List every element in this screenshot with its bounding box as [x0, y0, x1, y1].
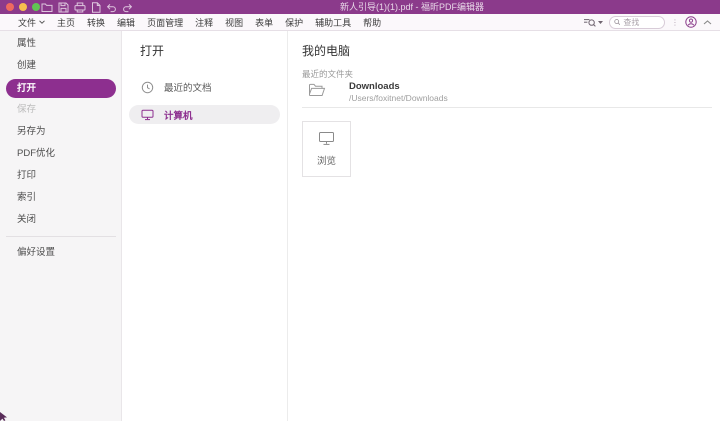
list-item-computer[interactable]: 计算机	[129, 105, 280, 124]
tab-protect[interactable]: 保护	[285, 16, 303, 29]
open-panel-title: 打开	[140, 42, 164, 59]
folder-name: Downloads	[349, 81, 400, 92]
tab-comment[interactable]: 注释	[195, 16, 213, 29]
recent-folder-row[interactable]: Downloads /Users/foxitnet/Downloads	[302, 80, 712, 106]
account-avatar[interactable]	[685, 16, 697, 28]
folder-icon	[308, 82, 326, 98]
sidebar-item-create[interactable]: 创建	[0, 55, 121, 77]
recent-folders-label: 最近的文件夹	[302, 68, 353, 80]
tab-accessibility[interactable]: 辅助工具	[315, 16, 351, 29]
more-options[interactable]: ⋮	[671, 17, 679, 28]
search-box[interactable]	[609, 16, 665, 29]
computer-panel: 我的电脑 最近的文件夹 Downloads /Users/foxitnet/Do…	[288, 31, 720, 421]
sidebar-item-index[interactable]: 索引	[0, 187, 121, 209]
search-input[interactable]	[623, 18, 660, 27]
tab-file-label: 文件	[18, 16, 36, 29]
clock-icon	[141, 81, 154, 94]
window-title: 新人引导(1)(1).pdf - 福昕PDF编辑器	[0, 0, 720, 14]
sidebar-item-close[interactable]: 关闭	[0, 209, 121, 231]
tab-edit[interactable]: 编辑	[117, 16, 135, 29]
chevron-down-icon	[598, 21, 603, 24]
tab-page-organize[interactable]: 页面管理	[147, 16, 183, 29]
browse-label: 浏览	[317, 153, 336, 167]
sidebar-divider	[6, 236, 116, 237]
find-replace-icon[interactable]	[583, 17, 603, 28]
monitor-icon	[318, 131, 335, 146]
browse-button[interactable]: 浏览	[302, 121, 351, 177]
sidebar-item-pdf-optimize[interactable]: PDF优化	[0, 143, 121, 165]
sidebar-item-preferences[interactable]: 偏好设置	[0, 242, 121, 264]
folder-path: /Users/foxitnet/Downloads	[349, 93, 448, 103]
computer-icon	[141, 109, 154, 121]
tab-view[interactable]: 视图	[225, 16, 243, 29]
computer-panel-title: 我的电脑	[302, 42, 350, 59]
tab-file[interactable]: 文件	[18, 16, 45, 29]
menubar: 文件 主页 转换 编辑 页面管理 注释 视图 表单 保护 辅助工具 帮助 ⋮	[0, 14, 720, 31]
backstage-sidebar: 属性 创建 打开 保存 另存为 PDF优化 打印 索引 关闭 偏好设置	[0, 31, 122, 421]
mouse-cursor	[0, 412, 8, 421]
tab-home[interactable]: 主页	[57, 16, 75, 29]
sidebar-item-print[interactable]: 打印	[0, 165, 121, 187]
sidebar-item-save: 保存	[0, 99, 121, 121]
tab-form[interactable]: 表单	[255, 16, 273, 29]
sidebar-item-save-as[interactable]: 另存为	[0, 121, 121, 143]
window-titlebar: 新人引导(1)(1).pdf - 福昕PDF编辑器	[0, 0, 720, 14]
chevron-down-icon	[39, 20, 45, 24]
sidebar-item-open[interactable]: 打开	[6, 79, 116, 98]
tab-help[interactable]: 帮助	[363, 16, 381, 29]
open-panel: 打开 最近的文档 计算机	[122, 31, 288, 421]
divider	[302, 107, 712, 108]
collapse-toolbar-icon[interactable]	[703, 20, 712, 25]
sidebar-item-properties[interactable]: 属性	[0, 33, 121, 55]
search-icon	[614, 18, 620, 26]
tab-convert[interactable]: 转换	[87, 16, 105, 29]
list-item-recent-documents[interactable]: 最近的文档	[129, 76, 280, 98]
